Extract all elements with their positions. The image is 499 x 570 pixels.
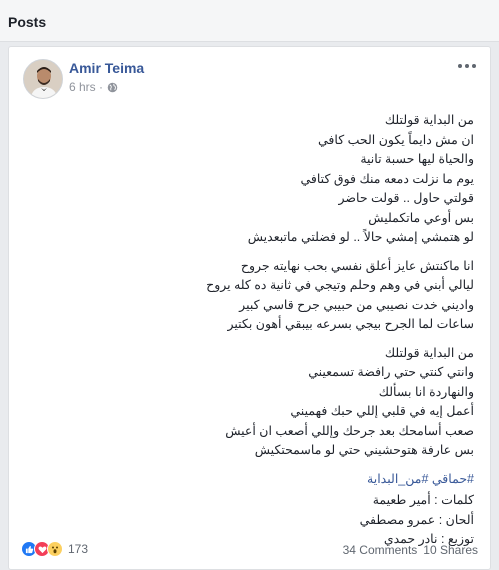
dot-icon [458, 64, 462, 68]
lyric-line: انا ماكنتش عايز أعلق نفسي بحب نهايته جرو… [240, 258, 474, 273]
hashtags-link[interactable]: #حماقي #من_البداية [34, 470, 474, 490]
credits-block: كلمات : أمير طعيمة ألحان : عمرو مصطفي توزي… [34, 491, 474, 550]
lyric-line: وانتي كنتي حتي رافضة تسمعيني [308, 365, 474, 379]
credit-line: ألحان : عمرو مصطفي [359, 512, 474, 527]
lyric-line: واديني خدت نصيبي من حبيبي جرح قاسي كبير [239, 297, 474, 312]
shares-count-link[interactable]: 10 Shares [423, 543, 478, 557]
wow-icon [47, 541, 63, 557]
post-card: Amir Teima 6 hrs · من البداية قولتلك ان م… [8, 46, 491, 570]
post-timestamp[interactable]: 6 hrs · [69, 80, 103, 94]
post-meta: 6 hrs · [69, 80, 118, 94]
lyric-line: لو هتمشي إمشي حالاً .. لو فضلتي ماتبعديش [247, 230, 474, 244]
credit-line: كلمات : أمير طعيمة [372, 493, 474, 507]
reactions-summary[interactable]: 173 [21, 541, 88, 557]
reaction-count: 173 [68, 542, 89, 556]
posts-header: Posts [0, 0, 499, 42]
lyric-line: قولتي حاول .. قولت حاضر [338, 191, 475, 205]
lyric-line: بس عارفة هتوحشيني حتي لو ماسمحتكيش [254, 443, 474, 457]
lyric-line: من البداية قولتلك [384, 345, 474, 360]
dot-icon [472, 64, 476, 68]
more-options-button[interactable] [458, 59, 476, 73]
post-body: من البداية قولتلك ان مش دايماً يكون الحب … [34, 111, 474, 550]
lyrics-block: من البداية قولتلك ان مش دايماً يكون الحب … [34, 111, 474, 461]
lyric-line: والحياة ليها حسبة تانية [360, 152, 474, 166]
globe-icon[interactable] [107, 82, 118, 93]
lyric-line: ساعات لما الجرح بيجي بسرعه بيبقي أهون بك… [227, 317, 474, 331]
section-title: Posts [8, 14, 47, 30]
post-stats: 34 Comments 10 Shares [343, 543, 478, 557]
lyric-line: يوم ما نزلت دمعه منك فوق كتافي [300, 171, 474, 186]
avatar-image [24, 60, 62, 98]
lyric-line: بس أوعي ماتكمليش [368, 210, 474, 225]
lyric-line: ان مش دايماً يكون الحب كافي [318, 132, 474, 147]
lyric-line: صعب أسامحك بعد جرحك وإللي أصعب ان أعيش [225, 423, 474, 438]
dot-icon [465, 64, 469, 68]
author-name-link[interactable]: Amir Teima [69, 60, 144, 76]
stanza-break [34, 248, 474, 257]
lyric-line: ليالي أبني في وهم وحلم وتيجي في ثانية ده… [206, 278, 474, 292]
lyric-line: من البداية قولتلك [384, 113, 474, 127]
lyric-line: أعمل إيه في قلبي إللي حبك فهميني [290, 404, 474, 418]
avatar[interactable] [23, 59, 63, 99]
lyric-line: والنهاردة انا بسألك [378, 384, 474, 399]
comments-count-link[interactable]: 34 Comments [343, 543, 418, 557]
stanza-break [34, 335, 474, 344]
